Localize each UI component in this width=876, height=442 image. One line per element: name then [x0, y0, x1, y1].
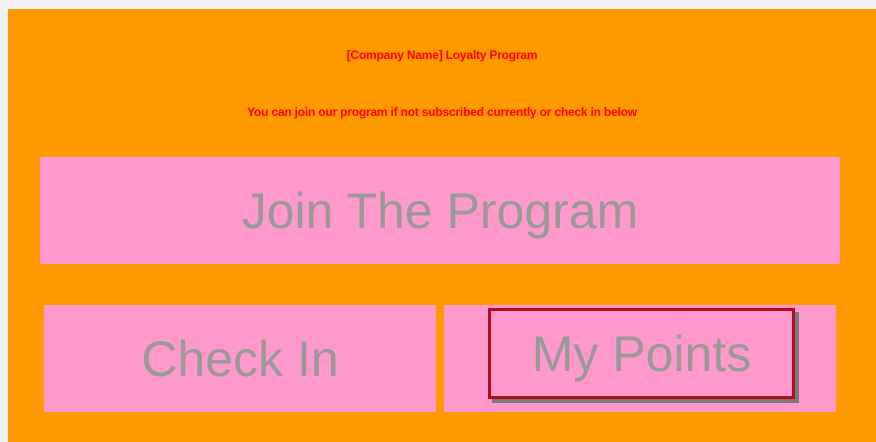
my-points-focus-outline[interactable]: My Points [488, 308, 795, 399]
check-in-label: Check In [141, 330, 339, 387]
my-points-button[interactable]: My Points [444, 305, 836, 412]
join-program-label: Join The Program [241, 182, 639, 239]
join-program-button[interactable]: Join The Program [40, 157, 840, 264]
check-in-button[interactable]: Check In [44, 305, 436, 412]
loyalty-panel: [Company Name] Loyalty Program You can j… [8, 9, 876, 442]
my-points-label: My Points [531, 325, 752, 382]
program-subtitle: You can join our program if not subscrib… [247, 105, 637, 119]
program-title: [Company Name] Loyalty Program [346, 48, 538, 62]
